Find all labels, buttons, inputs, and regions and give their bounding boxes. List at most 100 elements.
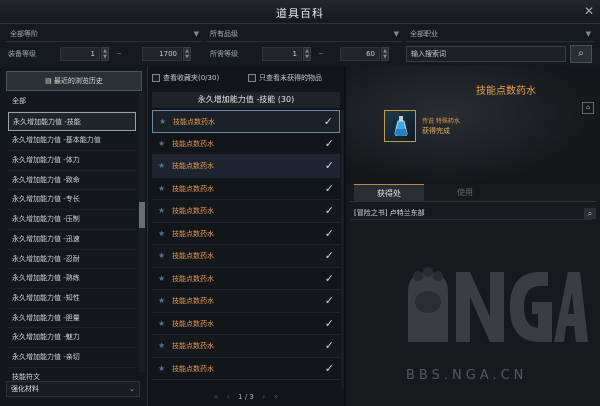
category-item[interactable]: 永久增加能力值 -胆量	[8, 309, 136, 329]
star-icon[interactable]: ★	[158, 206, 165, 216]
category-item[interactable]: 永久增加能力值 -致命	[8, 171, 136, 191]
category-item[interactable]: 永久增加能力值 -熟练	[8, 269, 136, 289]
check-icon: ✓	[324, 249, 334, 262]
unobtained-checkbox[interactable]: 只查看未获得的物品	[248, 72, 322, 84]
item-detail-header: 技能点数药水 传说 特殊药水 获得完成 ⌂	[346, 66, 600, 184]
tab-source[interactable]: 获得处	[354, 184, 424, 202]
item-name: 技能点数药水	[173, 118, 215, 126]
search-input[interactable]: 输入搜索词	[406, 46, 566, 62]
item-list-header: 永久增加能力值 -技能 (30)	[152, 92, 340, 108]
star-icon[interactable]: ★	[158, 296, 165, 306]
list-item[interactable]: ★ 技能点数药水 ✓	[152, 110, 340, 133]
list-item[interactable]: ★ 技能点数药水 ✓	[152, 200, 340, 223]
scrollbar-thumb[interactable]	[139, 202, 145, 228]
home-icon[interactable]: ⌂	[582, 102, 594, 114]
star-icon[interactable]: ★	[158, 364, 165, 374]
favorites-checkbox[interactable]: 查看收藏夹(0/30)	[152, 72, 219, 84]
list-item[interactable]: ★ 技能点数药水 ✓	[152, 312, 340, 335]
star-icon[interactable]: ★	[158, 319, 165, 329]
item-name: 技能点数药水	[172, 297, 214, 305]
item-name: 技能点数药水	[172, 319, 214, 328]
category-scrollbar[interactable]	[139, 92, 145, 372]
obtained-status: 获得完成	[422, 127, 450, 135]
category-item[interactable]: 永久增加能力值 -迅速	[8, 230, 136, 250]
chevron-down-icon: ▼	[393, 30, 399, 38]
list-item[interactable]: ★ 技能点数药水 ✓	[152, 267, 340, 290]
detail-tabs: 获得处 使用	[350, 184, 596, 202]
search-icon[interactable]: ⌕	[584, 208, 596, 219]
star-icon[interactable]: ★	[158, 274, 165, 284]
equip-level-max-input[interactable]: 1700	[142, 47, 182, 61]
list-item[interactable]: ★ 技能点数药水 ✓	[152, 290, 340, 313]
grade-select-value: 所有品级	[210, 30, 238, 38]
star-icon[interactable]: ★	[158, 341, 165, 351]
grade-select[interactable]: 所有品级 ▼	[206, 26, 402, 42]
item-name: 技能点数药水	[172, 274, 214, 283]
category-item[interactable]: 永久增加能力值 -亲切	[8, 348, 136, 368]
check-icon: ✓	[324, 294, 334, 307]
category-group-dropdown[interactable]: 强化材料 ⌄	[6, 381, 140, 397]
star-icon[interactable]: ★	[158, 184, 165, 194]
category-item[interactable]: 永久增加能力值 -基本能力值	[8, 131, 136, 152]
prev-page-button[interactable]: ‹	[227, 390, 230, 404]
list-item[interactable]: ★ 技能点数药水 ✓	[152, 177, 340, 200]
category-group-label: 强化材料	[11, 385, 39, 393]
item-level-min-stepper[interactable]: ▲ ▼	[303, 47, 311, 61]
item-level-max-stepper[interactable]: ▲ ▼	[381, 47, 389, 61]
close-icon[interactable]: ✕	[582, 4, 596, 18]
list-item[interactable]: ★ 技能点数药水 ✓	[152, 335, 340, 358]
window-title: 道具百科	[276, 7, 324, 20]
item-name: 技能点数药水	[172, 207, 214, 215]
star-icon[interactable]: ★	[159, 117, 166, 127]
item-level-label: 所需等级	[210, 50, 238, 58]
category-item[interactable]: 永久增加能力值 -魅力	[8, 328, 136, 348]
category-item[interactable]: 永久增加能力值 -体力	[8, 151, 136, 171]
item-name: 技能点数药水	[172, 252, 214, 260]
list-item[interactable]: ★ 技能点数药水 ✓	[152, 132, 340, 155]
last-page-button[interactable]: »	[274, 390, 279, 404]
region-select[interactable]: 全部等阶 ▼	[6, 26, 202, 42]
source-entry[interactable]: [冒险之书] 卢特兰东部	[350, 206, 592, 220]
star-icon[interactable]: ★	[158, 229, 165, 239]
tab-use[interactable]: 使用	[430, 184, 500, 202]
category-item[interactable]: 永久增加能力值 -技能	[8, 111, 136, 132]
recent-history-button[interactable]: ▤ 最近的浏览历史	[6, 71, 142, 91]
check-icon: ✓	[323, 115, 333, 128]
item-detail-panel: 技能点数药水 传说 特殊药水 获得完成 ⌂ 获得处 使用 [冒险之书] 卢特兰东…	[346, 66, 600, 406]
list-item[interactable]: ★ 技能点数药水 ✓	[152, 222, 340, 245]
page-indicator: 1 / 3	[238, 393, 254, 401]
list-item[interactable]: ★ 技能点数药水 ✓	[152, 357, 340, 380]
star-icon[interactable]: ★	[158, 161, 165, 171]
checkbox-box	[248, 74, 256, 82]
category-item[interactable]: 永久增加能力值 -忍耐	[8, 250, 136, 270]
search-icon[interactable]: ⌕	[570, 45, 592, 63]
item-name: 技能点数药水	[172, 184, 214, 193]
chevron-down-icon: ⌄	[129, 385, 135, 393]
equip-level-max-stepper[interactable]: ▲ ▼	[183, 47, 191, 61]
check-icon: ✓	[324, 136, 334, 150]
item-name: 技能点数药水	[172, 342, 214, 350]
job-select[interactable]: 全部职业 ▼	[406, 26, 594, 42]
category-item[interactable]: 永久增加能力值 -知性	[8, 289, 136, 309]
category-item[interactable]: 永久增加能力值 -压制	[8, 210, 136, 230]
equip-level-min-input[interactable]: 1	[60, 47, 100, 61]
item-name: 技能点数药水	[172, 229, 214, 238]
list-item[interactable]: ★ 技能点数药水 ✓	[152, 155, 340, 178]
item-list-scrollbar[interactable]	[341, 110, 344, 388]
star-icon[interactable]: ★	[158, 251, 165, 261]
check-icon: ✓	[324, 181, 334, 195]
next-page-button[interactable]: ›	[262, 390, 265, 404]
chevron-down-icon: ▼	[193, 30, 199, 38]
first-page-button[interactable]: «	[214, 390, 219, 404]
star-icon[interactable]: ★	[158, 139, 165, 149]
item-name: 技能点数药水	[172, 139, 214, 148]
list-item[interactable]: ★ 技能点数药水 ✓	[152, 245, 340, 268]
equip-level-min-stepper[interactable]: ▲ ▼	[101, 47, 109, 61]
category-item[interactable]: 全部	[8, 92, 136, 112]
region-select-value: 全部等阶	[10, 30, 38, 38]
check-icon: ✓	[324, 226, 334, 240]
item-level-min-input[interactable]: 1	[262, 47, 302, 61]
item-level-max-input[interactable]: 60	[340, 47, 380, 61]
item-name: 技能点数药水	[172, 162, 214, 170]
category-item[interactable]: 永久增加能力值 -专长	[8, 190, 136, 211]
